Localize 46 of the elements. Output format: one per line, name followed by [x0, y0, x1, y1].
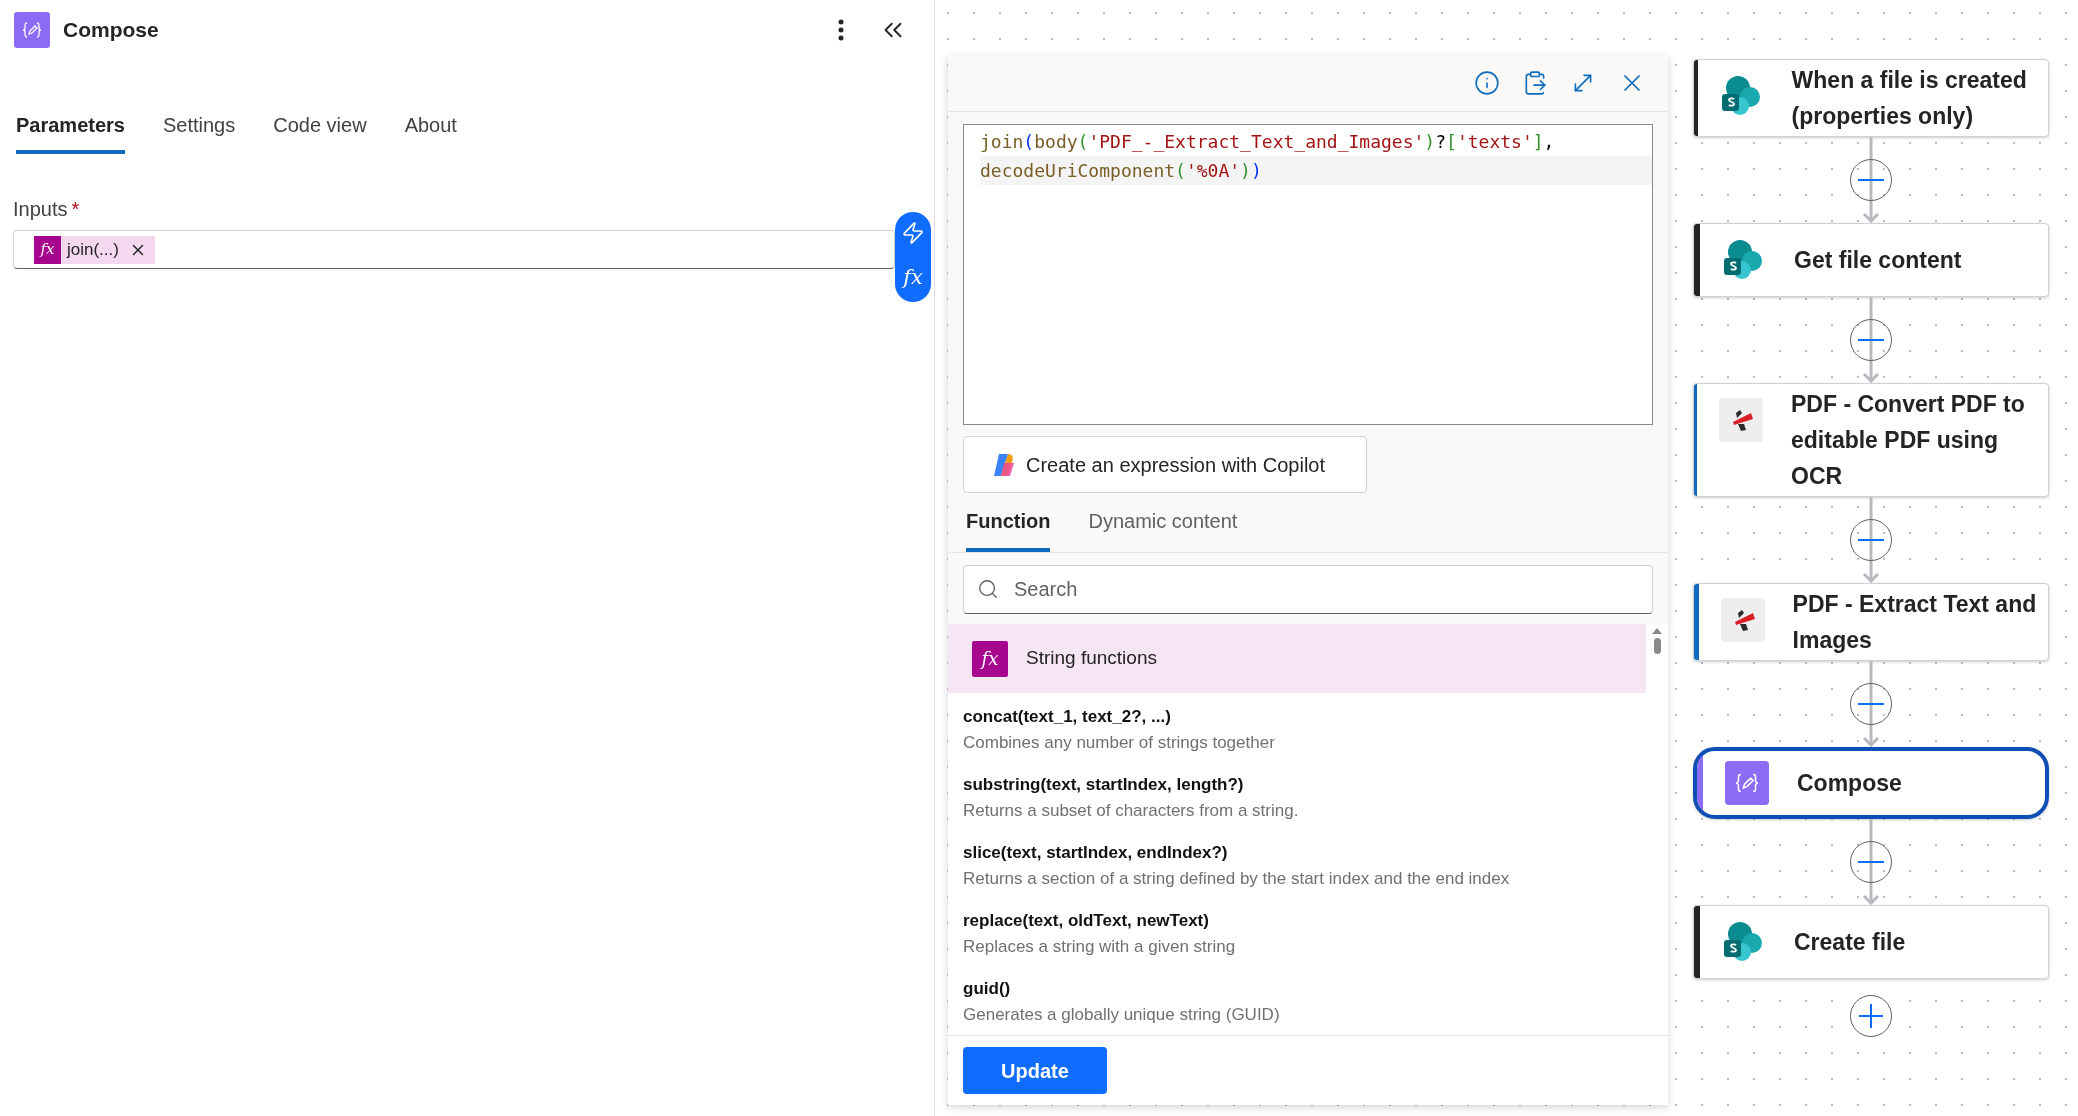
editor-tab[interactable]: Function	[966, 506, 1051, 552]
expression-token[interactable]: fx join(...)	[34, 235, 155, 264]
more-icon	[838, 19, 844, 41]
more-options-button[interactable]	[838, 19, 844, 41]
function-item[interactable]: replace(text, oldText, newText) Replaces a string with a given string	[948, 897, 1646, 965]
required-mark: *	[71, 198, 80, 220]
minus-icon	[1858, 539, 1884, 541]
function-group-header[interactable]: fx String functions	[948, 624, 1646, 693]
pdf-tool-icon	[1720, 598, 1765, 642]
copilot-button[interactable]: Create an expression with Copilot	[963, 436, 1367, 493]
search-field[interactable]: Search	[963, 565, 1653, 614]
expression-input[interactable]: join(body('PDF_-_Extract_Text_and_Images')?['texts'], decodeUriComponent('%0A'))	[963, 124, 1653, 425]
add-step-button[interactable]	[1850, 995, 1892, 1037]
function-icon: fx	[34, 235, 61, 264]
flow-step-card[interactable]: PDF - Extract Text and Images	[1693, 583, 2049, 661]
info-button[interactable]	[1474, 70, 1500, 96]
panel-tab[interactable]: Settings	[162, 110, 236, 154]
panel-tab[interactable]: Parameters	[16, 110, 125, 154]
pdf-tool-icon	[1719, 398, 1763, 442]
editor-tab[interactable]: Dynamic content	[1088, 506, 1238, 552]
dynamic-content-button[interactable]	[901, 220, 925, 245]
function-item[interactable]: guid() Generates a globally unique string (GUID)	[948, 965, 1646, 1033]
flow-step-card[interactable]: Create file	[1693, 905, 2049, 979]
flow-step-card[interactable]: Compose	[1693, 747, 2049, 819]
panel-tab[interactable]: Code view	[273, 110, 367, 154]
function-item[interactable]: concat(text_1, text_2?, ...) Combines any number of strings together	[948, 693, 1646, 761]
field-label: Inputs	[13, 198, 68, 220]
panel-title: Compose	[63, 17, 159, 44]
compose-icon	[14, 12, 50, 48]
plus-icon	[1858, 1003, 1884, 1029]
function-item[interactable]: substring(text, startIndex, length?) Returns a subset of characters from a string.	[948, 761, 1646, 829]
flow-step-card[interactable]: Get file content	[1693, 223, 2049, 297]
minus-icon	[1858, 339, 1884, 341]
minus-icon	[1858, 861, 1884, 863]
minus-icon	[1858, 703, 1884, 705]
flow-step-card[interactable]: PDF - Convert PDF to editable PDF using OCR	[1693, 383, 2049, 497]
update-button[interactable]: Update	[963, 1047, 1107, 1094]
panel-tab[interactable]: About	[404, 110, 457, 154]
code-line: join(body('PDF_-_Extract_Text_and_Images')?['texts'],	[980, 130, 1556, 154]
minus-icon	[1858, 179, 1884, 181]
search-icon	[977, 578, 999, 600]
function-icon: fx	[972, 640, 1008, 677]
function-item[interactable]: slice(text, startIndex, endIndex?) Returns a section of a string defined by the start index and the end index	[948, 829, 1646, 897]
compose-icon	[1725, 761, 1769, 805]
inputs-field[interactable]: fx join(...)	[13, 230, 895, 269]
flow-step-card[interactable]: When a file is created (properties only)	[1693, 59, 2049, 137]
